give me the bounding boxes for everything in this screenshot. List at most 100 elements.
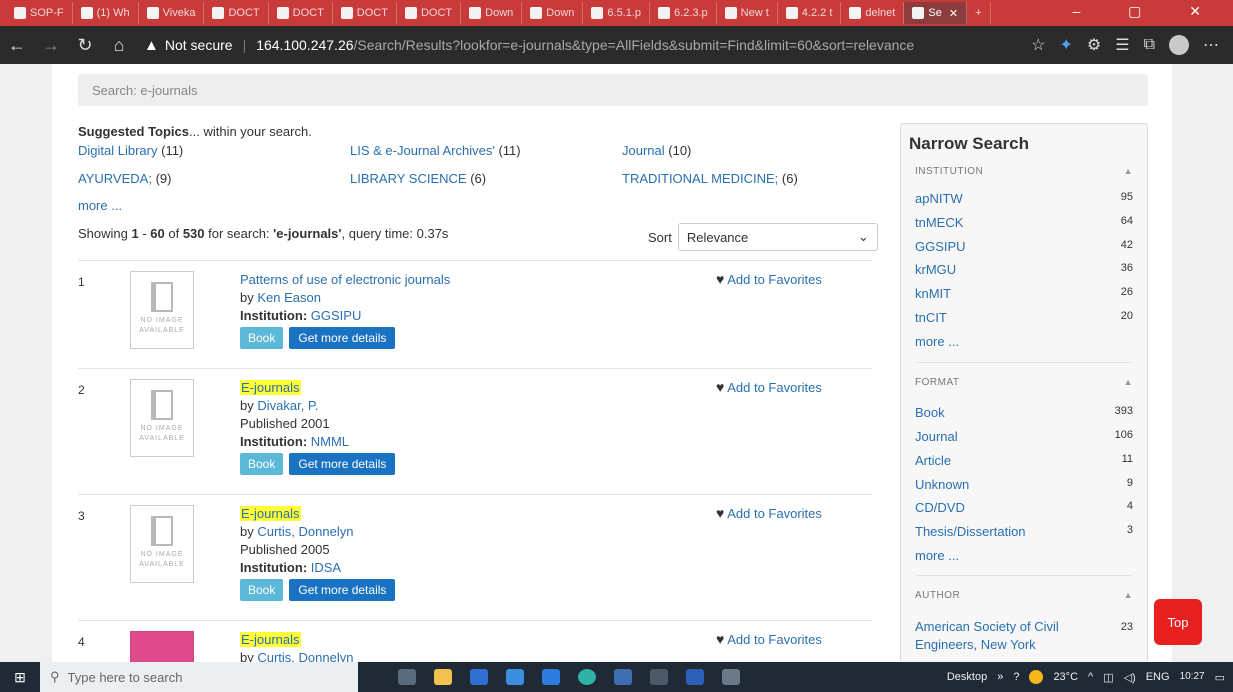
topic-link[interactable]: TRADITIONAL MEDICINE; (6) (622, 171, 798, 186)
author-link[interactable]: Divakar, P. (257, 398, 318, 413)
facet-item[interactable]: Book 393 (915, 405, 1133, 420)
result-title-link[interactable]: E-journals (240, 506, 301, 521)
topic-link[interactable]: Journal (10) (622, 143, 691, 158)
institution-link[interactable]: GGSIPU (311, 308, 362, 323)
facet-more-link[interactable]: more ... (915, 334, 1133, 349)
topic-link[interactable]: Digital Library (11) (78, 143, 183, 158)
no-image-thumbnail[interactable]: NO IMAGE AVAILABLE (130, 379, 194, 457)
add-to-favorites-link[interactable]: ♥ Add to Favorites (716, 271, 822, 287)
app-icon[interactable] (650, 669, 668, 685)
no-image-thumbnail[interactable]: NO IMAGE AVAILABLE (130, 505, 194, 583)
format-badge-button[interactable]: Book (240, 579, 284, 601)
facet-item[interactable]: Thesis/Dissertation 3 (915, 524, 1133, 539)
browser-tab[interactable]: DOCT (397, 2, 462, 24)
format-badge-button[interactable]: Book (240, 453, 284, 475)
add-to-favorites-link[interactable]: ♥ Add to Favorites (716, 631, 822, 647)
profile-avatar[interactable] (1169, 35, 1189, 55)
institution-link[interactable]: IDSA (311, 560, 341, 575)
no-image-thumbnail[interactable]: NO IMAGE AVAILABLE (130, 271, 194, 349)
calculator-icon[interactable] (614, 669, 632, 685)
cover-thumbnail[interactable] (130, 631, 194, 662)
tray-chevron-up-icon[interactable]: ^ (1088, 671, 1093, 683)
facet-item[interactable]: apNITW 95 (915, 191, 1133, 206)
browser-tab[interactable]: delnet (841, 2, 905, 24)
author-link[interactable]: Curtis, Donnelyn (257, 650, 353, 662)
extensions-puzzle-icon[interactable]: ⚙ (1087, 35, 1101, 55)
get-more-details-button[interactable]: Get more details (289, 579, 396, 601)
file-explorer-icon[interactable] (434, 669, 452, 685)
author-link[interactable]: Curtis, Donnelyn (257, 524, 353, 539)
facet-heading-institution[interactable]: INSTITUTION ▲ (915, 166, 1133, 177)
facet-heading-author[interactable]: AUTHOR ▲ (915, 590, 1133, 601)
institution-link[interactable]: NMML (311, 434, 349, 449)
topic-link[interactable]: AYURVEDA; (9) (78, 171, 171, 186)
get-more-details-button[interactable]: Get more details (289, 327, 396, 349)
get-more-details-button[interactable]: Get more details (289, 453, 396, 475)
facet-item[interactable]: tnMECK 64 (915, 215, 1133, 230)
favorites-icon[interactable]: ☰ (1115, 35, 1129, 55)
word-icon[interactable] (686, 669, 704, 685)
toolbar-overflow-icon[interactable]: » (997, 671, 1003, 683)
volume-icon[interactable]: ◁) (1124, 671, 1136, 684)
mail-icon[interactable] (506, 669, 524, 685)
more-options-icon[interactable]: ⋯ (1203, 35, 1219, 55)
help-icon[interactable]: ? (1013, 671, 1019, 683)
topic-link[interactable]: LIBRARY SCIENCE (6) (350, 171, 486, 186)
app-icon[interactable] (542, 669, 560, 685)
browser-tab[interactable]: SOP-F (6, 2, 73, 24)
new-tab-button[interactable]: + (967, 2, 991, 24)
topic-link[interactable]: LIS & e-Journal Archives' (11) (350, 143, 521, 158)
extension-icon[interactable]: ✦ (1059, 35, 1072, 55)
browser-tab[interactable]: DOCT (269, 2, 333, 24)
facet-item[interactable]: American Society of Civil Engineers, New… (915, 618, 1133, 654)
browser-tab[interactable]: 6.2.3.p (650, 2, 717, 24)
browser-tab[interactable]: DOCT (204, 2, 269, 24)
language-indicator[interactable]: ENG (1146, 671, 1170, 683)
add-to-favorites-link[interactable]: ♥ Add to Favorites (716, 379, 822, 395)
back-icon[interactable]: ← (0, 35, 34, 56)
browser-tab-active[interactable]: Se ✕ (904, 2, 968, 24)
browser-tab[interactable]: 6.5.1.p (583, 2, 651, 24)
facet-item[interactable]: krMGU 36 (915, 262, 1133, 277)
facet-item[interactable]: Unknown 9 (915, 477, 1133, 492)
format-badge-button[interactable]: Book (240, 327, 284, 349)
facet-heading-format[interactable]: FORMAT ▲ (915, 377, 1133, 388)
network-icon[interactable]: ◫ (1103, 671, 1113, 684)
refresh-icon[interactable]: ↻ (68, 35, 102, 56)
facet-item[interactable]: Article 11 (915, 453, 1133, 468)
forward-icon[interactable]: → (34, 35, 68, 56)
facet-item[interactable]: Journal 106 (915, 429, 1133, 444)
browser-tab[interactable]: 4.2.2 t (778, 2, 842, 24)
address-bar[interactable]: ▲ Not secure | 164.100.247.26/Search/Res… (144, 31, 1031, 59)
edge-browser-icon[interactable] (578, 669, 596, 685)
facet-item[interactable]: GGSIPU 42 (915, 239, 1133, 254)
browser-tab[interactable]: Viveka (139, 2, 205, 24)
desktop-toolbar-label[interactable]: Desktop (947, 671, 987, 683)
close-tab-icon[interactable]: ✕ (946, 7, 958, 20)
search-box[interactable]: Search: e-journals (78, 74, 1148, 106)
taskbar-search-input[interactable]: ⚲ Type here to search (40, 662, 358, 692)
add-to-favorites-link[interactable]: ♥ Add to Favorites (716, 505, 822, 521)
browser-tab[interactable]: Down (461, 2, 523, 24)
facet-more-link[interactable]: more ... (915, 548, 1133, 563)
app-icon[interactable] (722, 669, 740, 685)
task-view-icon[interactable] (398, 669, 416, 685)
author-link[interactable]: Ken Eason (257, 290, 321, 305)
weather-temperature[interactable]: 23°C (1053, 671, 1078, 683)
result-title-link[interactable]: E-journals (240, 632, 301, 647)
browser-tab[interactable]: (1) Wh (73, 2, 139, 24)
add-favorite-icon[interactable]: ☆ (1031, 35, 1045, 55)
browser-tab[interactable]: New t (717, 2, 778, 24)
facet-item[interactable]: CD/DVD 4 (915, 500, 1133, 515)
collections-icon[interactable]: ⧉ (1144, 36, 1155, 54)
browser-tab[interactable]: DOCT (333, 2, 397, 24)
sort-select[interactable]: Relevance ⌄ (677, 223, 878, 251)
taskbar-clock[interactable]: 10:27 (1180, 671, 1205, 683)
windows-start-icon[interactable]: ⊞ (0, 662, 40, 692)
result-title-link[interactable]: Patterns of use of electronic journals (240, 272, 450, 287)
facet-item[interactable]: knMIT 26 (915, 286, 1133, 301)
window-controls[interactable]: – ▢ ✕ (1072, 3, 1223, 20)
facet-item[interactable]: tnCIT 20 (915, 310, 1133, 325)
result-title-link[interactable]: E-journals (240, 380, 301, 395)
store-icon[interactable] (470, 669, 488, 685)
